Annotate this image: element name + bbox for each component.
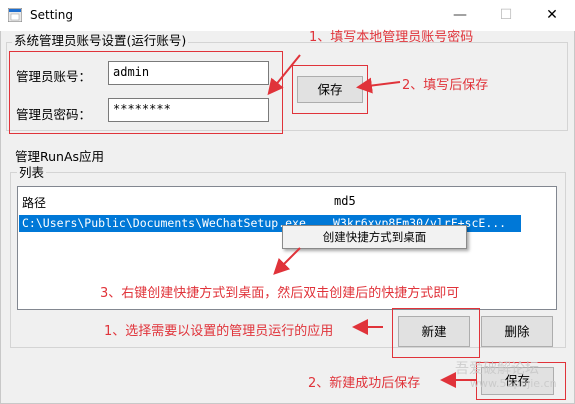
row-path: C:\Users\Public\Documents\WeChatSetup.ex… — [22, 216, 306, 230]
password-label: 管理员密码： — [16, 107, 92, 122]
annotation-step2-top: 2、填写后保存 — [402, 78, 489, 93]
admin-group-title: 系统管理员账号设置(运行账号) — [12, 33, 189, 48]
save-credentials-button[interactable]: 保存 — [297, 76, 363, 103]
annotation-step1-top: 1、填写本地管理员账号密码 — [309, 30, 474, 45]
context-menu: 创建快捷方式到桌面 — [282, 225, 467, 249]
list-group-title: 列表 — [17, 165, 47, 180]
delete-button[interactable]: 删除 — [481, 316, 553, 347]
column-header-path[interactable]: 路径 — [22, 194, 46, 211]
annotation-step1-bottom: 1、选择需要以设置的管理员运行的应用 — [104, 324, 334, 339]
window-title: Setting — [30, 8, 73, 22]
context-menu-create-shortcut[interactable]: 创建快捷方式到桌面 — [283, 226, 466, 248]
maximize-button[interactable]: ☐ — [483, 0, 529, 31]
password-input[interactable]: ******** — [108, 98, 269, 122]
column-header-md5[interactable]: md5 — [334, 194, 356, 208]
watermark-title: 吾爱破解论坛 — [455, 361, 539, 377]
new-button[interactable]: 新建 — [398, 316, 470, 347]
account-input[interactable]: admin — [108, 61, 269, 85]
title-bar: Setting — ☐ ✕ — [0, 0, 575, 31]
annotation-step3: 3、右键创建快捷方式到桌面，然后双击创建后的快捷方式即可 — [100, 286, 460, 301]
account-label: 管理员账号： — [16, 69, 92, 84]
app-icon — [8, 8, 22, 22]
close-button[interactable]: ✕ — [529, 0, 575, 31]
runas-group-title: 管理RunAs应用 — [13, 149, 107, 164]
annotation-step2-bottom: 2、新建成功后保存 — [308, 376, 421, 391]
watermark-url: www.52pojie.cn — [470, 377, 557, 390]
